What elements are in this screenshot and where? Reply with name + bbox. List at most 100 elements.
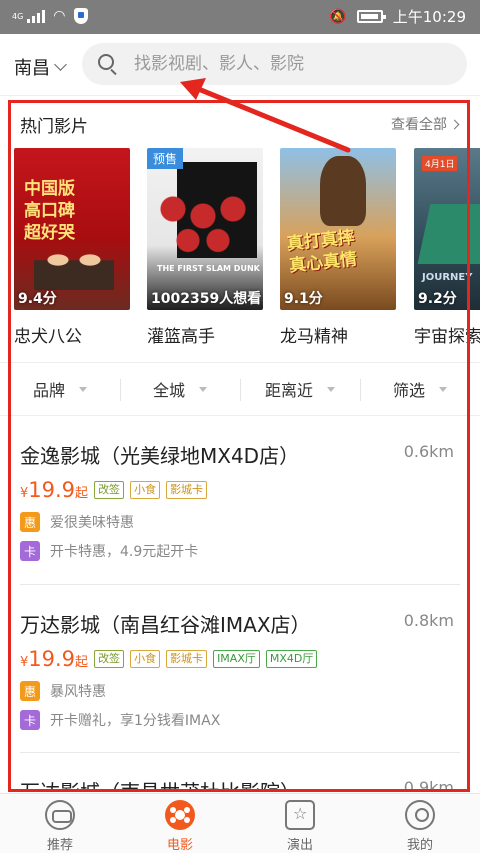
tab-label: 推荐 (46, 838, 73, 853)
discount-badge: 惠 (20, 681, 40, 701)
card-badge: 卡 (20, 541, 40, 561)
user-icon (405, 800, 435, 830)
see-all-link[interactable]: 查看全部 (391, 114, 460, 134)
movie-title[interactable]: 宇宙探索 (414, 322, 480, 347)
movie-want-count: 1002359人想看 (151, 291, 262, 307)
city-label: 南昌 (14, 58, 50, 79)
cinema-distance: 0.9km (403, 778, 454, 792)
dropdown-arrow-icon (327, 386, 335, 392)
signal-icon (27, 9, 46, 23)
chevron-down-icon (54, 57, 67, 71)
poster-caption: 真打真摔 真心真情 (285, 227, 359, 277)
tag-chip: 改签 (94, 650, 125, 668)
filter-label: 筛选 (392, 381, 425, 400)
movie-poster[interactable]: 真打真摔 真心真情 9.1分 (280, 148, 396, 310)
battery-icon (356, 10, 386, 23)
price-suffix: 起 (75, 486, 89, 501)
status-bar: 4G ◠ 🔕 上午10:29 (0, 0, 480, 34)
poster-caption: THE FIRST SLAM DUNK (157, 264, 260, 273)
price: ¥19.9起 (20, 478, 88, 502)
see-all-label: 查看全部 (391, 117, 447, 133)
poster-art (153, 188, 253, 258)
poster-art (34, 240, 114, 290)
filter-bar: 品牌 全城 距离近 筛选 (0, 362, 480, 416)
filter-area[interactable]: 全城 (120, 363, 240, 415)
search-bar[interactable] (82, 43, 467, 85)
cinema-item[interactable]: 万达影城（南昌红谷滩IMAX店） 0.8km ¥19.9起 改签 小食 影城卡 … (20, 609, 460, 739)
tab-label: 我的 (406, 838, 433, 853)
filter-more[interactable]: 筛选 (360, 363, 480, 415)
movie-card[interactable]: THE FIRST SLAM DUNK 预售 1002359人想看 灌篮高手 (147, 148, 263, 347)
movie-poster[interactable]: 4月1日 JOURNEY 9.2分 (414, 148, 480, 310)
tab-shows[interactable]: 演出 (240, 794, 360, 853)
tab-profile[interactable]: 我的 (360, 794, 480, 853)
status-right: 🔕 上午10:29 (329, 6, 466, 27)
cinema-item[interactable]: 万达影城（南昌世茂杜比影院） 0.9km (20, 776, 460, 792)
promo-row: 惠 爱很美味特惠 (20, 512, 134, 532)
top-bar: 南昌 (0, 34, 480, 96)
bottom-tab-bar: 推荐 电影 演出 我的 (0, 793, 480, 853)
promo-text: 爱很美味特惠 (50, 515, 134, 531)
promo-row: 卡 开卡特惠，4.9元起开卡 (20, 541, 198, 561)
tag-chip: 影城卡 (166, 650, 208, 668)
tag-chip: MX4D厅 (265, 650, 318, 668)
tab-recommend[interactable]: 推荐 (0, 794, 120, 853)
discount-badge: 惠 (20, 512, 40, 532)
filter-label: 品牌 (32, 381, 65, 400)
movie-poster[interactable]: THE FIRST SLAM DUNK 预售 1002359人想看 (147, 148, 263, 310)
movie-title[interactable]: 忠犬八公 (14, 322, 130, 347)
movie-score: 9.4分 (18, 291, 57, 307)
poster-date: 4月1日 (422, 156, 458, 171)
search-icon (98, 54, 114, 70)
city-selector[interactable]: 南昌 (14, 54, 67, 80)
card-badge: 卡 (20, 710, 40, 730)
movie-carousel[interactable]: 中国版 高口碑 超好哭 9.4分 忠犬八公 THE FIRST SLAM DUN… (0, 148, 480, 358)
promo-text: 开卡特惠，4.9元起开卡 (50, 544, 199, 560)
poster-art (417, 204, 480, 264)
tag-chip: 小食 (130, 650, 161, 668)
movie-score: 9.2分 (418, 291, 457, 307)
cinema-distance: 0.8km (403, 611, 454, 630)
film-reel-icon (165, 800, 195, 830)
movie-score: 9.1分 (284, 291, 323, 307)
tab-label: 电影 (166, 838, 193, 853)
filter-brand[interactable]: 品牌 (0, 363, 120, 415)
tab-label: 演出 (286, 838, 313, 853)
movie-card[interactable]: 真打真摔 真心真情 9.1分 龙马精神 (280, 148, 396, 347)
presale-tag: 预售 (147, 148, 184, 169)
movie-poster[interactable]: 中国版 高口碑 超好哭 9.4分 (14, 148, 130, 310)
poster-art (320, 156, 366, 226)
movie-card[interactable]: 4月1日 JOURNEY 9.2分 宇宙探索 (414, 148, 480, 347)
price: ¥19.9起 (20, 647, 88, 671)
cinema-distance: 0.6km (403, 442, 454, 461)
promo-text: 开卡赠礼，享1分钱看IMAX (50, 713, 221, 729)
movie-title[interactable]: 灌篮高手 (147, 322, 263, 347)
dropdown-arrow-icon (199, 386, 207, 392)
tag-chip: 影城卡 (166, 481, 208, 499)
movie-card[interactable]: 中国版 高口碑 超好哭 9.4分 忠犬八公 (14, 148, 130, 347)
tag-chip: 改签 (94, 481, 125, 499)
movie-title[interactable]: 龙马精神 (280, 322, 396, 347)
ticket-star-icon (285, 800, 315, 830)
tag-chip: 小食 (130, 481, 161, 499)
tab-movies[interactable]: 电影 (120, 794, 240, 853)
clock: 上午10:29 (392, 8, 466, 26)
shield-icon (73, 8, 88, 24)
filter-sort[interactable]: 距离近 (240, 363, 360, 415)
tag-chip: IMAX厅 (213, 650, 260, 668)
status-left: 4G ◠ (12, 8, 88, 24)
search-input[interactable] (134, 43, 454, 85)
promo-row: 卡 开卡赠礼，享1分钱看IMAX (20, 710, 220, 730)
network-label: 4G (12, 11, 24, 21)
section-title: 热门影片 (20, 117, 88, 137)
promo-row: 惠 暴风特惠 (20, 681, 106, 701)
recommend-icon (45, 800, 75, 830)
hot-movies-header: 热门影片 查看全部 (20, 112, 460, 138)
cinema-name: 金逸影城（光美绿地MX4D店） (20, 444, 300, 468)
price-value: 19.9 (28, 478, 76, 502)
price-row: ¥19.9起 改签 小食 影城卡 (20, 478, 208, 502)
dropdown-arrow-icon (79, 386, 87, 392)
cinema-item[interactable]: 金逸影城（光美绿地MX4D店） 0.6km ¥19.9起 改签 小食 影城卡 惠… (20, 440, 460, 570)
promo-text: 暴风特惠 (50, 684, 106, 700)
cinema-name: 万达影城（南昌世茂杜比影院） (20, 780, 300, 792)
